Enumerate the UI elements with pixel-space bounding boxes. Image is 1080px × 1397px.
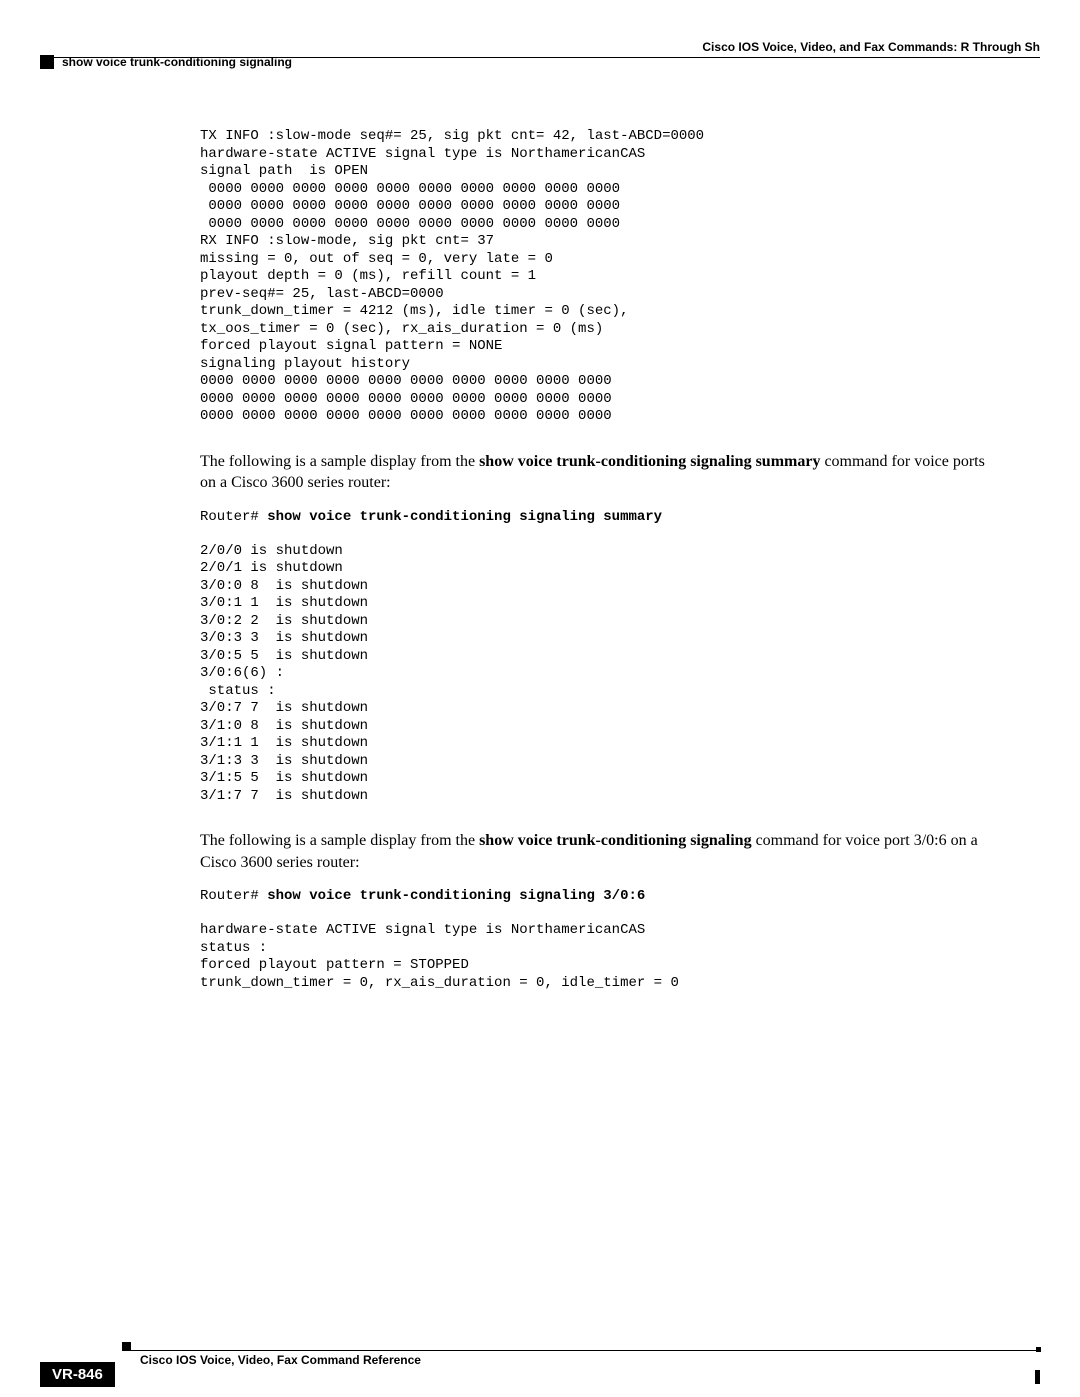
cmd1-prompt: Router# [200,509,267,525]
code-block-3: hardware-state ACTIVE signal type is Nor… [200,922,1000,992]
para1-bold: show voice trunk-conditioning signaling … [479,453,820,470]
page-number: VR-846 [40,1362,115,1387]
cmd1-command: show voice trunk-conditioning signaling … [267,509,662,525]
code-block-1: TX INFO :slow-mode seq#= 25, sig pkt cnt… [200,128,1000,426]
footer-end-square-icon [1036,1347,1041,1352]
command-line-1: Router# show voice trunk-conditioning si… [200,509,1000,525]
paragraph-2: The following is a sample display from t… [200,830,1000,873]
paragraph-1: The following is a sample display from t… [200,451,1000,494]
para2-pre: The following is a sample display from t… [200,832,479,849]
page-header: Cisco IOS Voice, Video, and Fax Commands… [40,40,1040,58]
cmd2-prompt: Router# [200,888,267,904]
para2-bold: show voice trunk-conditioning signaling [479,832,752,849]
header-chapter-title: Cisco IOS Voice, Video, and Fax Commands… [40,40,1040,54]
header-left-block: show voice trunk-conditioning signaling [40,55,292,69]
footer-square-icon [122,1342,131,1351]
footer-doc-title: Cisco IOS Voice, Video, Fax Command Refe… [140,1353,1040,1367]
code-block-2: 2/0/0 is shutdown 2/0/1 is shutdown 3/0:… [200,543,1000,806]
footer-rule [130,1350,1040,1351]
footer-inner: Cisco IOS Voice, Video, Fax Command Refe… [40,1350,1040,1367]
page: Cisco IOS Voice, Video, and Fax Commands… [0,0,1080,1397]
cmd2-command: show voice trunk-conditioning signaling … [267,888,645,904]
header-square-icon [40,55,54,69]
command-line-2: Router# show voice trunk-conditioning si… [200,888,1000,904]
page-footer: Cisco IOS Voice, Video, Fax Command Refe… [40,1350,1040,1367]
footer-right-tick-icon [1035,1370,1040,1384]
content: TX INFO :slow-mode seq#= 25, sig pkt cnt… [200,128,1000,992]
para1-pre: The following is a sample display from t… [200,453,479,470]
header-section-title: show voice trunk-conditioning signaling [62,55,292,69]
